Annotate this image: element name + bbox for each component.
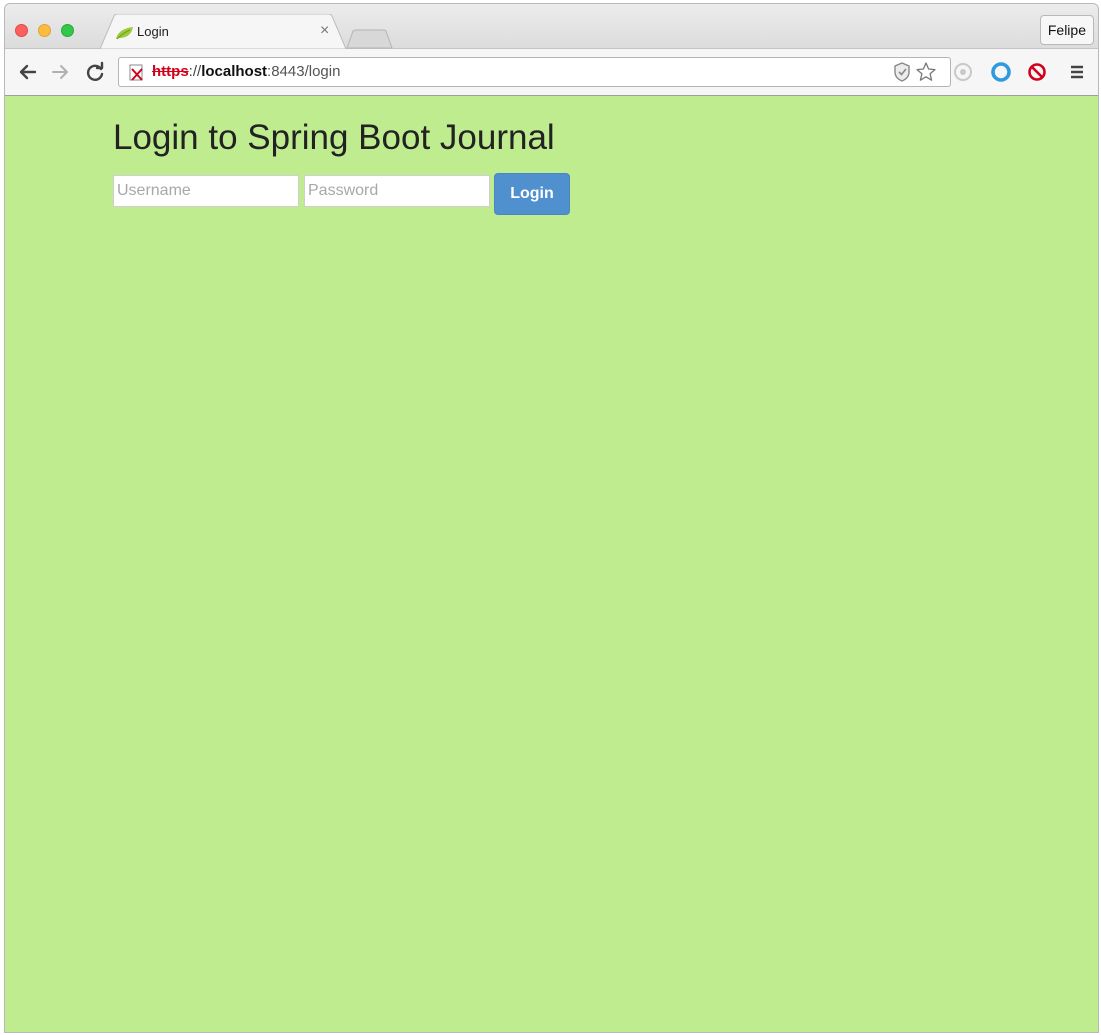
extension-circle-icon[interactable] — [952, 61, 974, 83]
reload-icon[interactable] — [84, 61, 106, 83]
new-tab-button[interactable] — [345, 29, 395, 49]
url-separator: :// — [188, 63, 202, 80]
profile-button[interactable]: Felipe — [1039, 15, 1094, 45]
extension-ring-icon[interactable] — [990, 61, 1012, 83]
forward-arrow-icon[interactable] — [49, 61, 71, 83]
password-field[interactable] — [304, 175, 490, 207]
username-field[interactable] — [113, 175, 299, 207]
close-window-button[interactable] — [15, 24, 28, 37]
spring-leaf-icon — [116, 27, 133, 40]
shield-icon[interactable] — [891, 61, 913, 83]
bookmark-star-icon[interactable] — [915, 61, 937, 83]
menu-icon[interactable] — [1066, 61, 1088, 83]
browser-window: Login × Felipe https://localhost:8443/lo… — [4, 3, 1099, 1033]
tab-title: Login — [137, 24, 169, 39]
tab-login[interactable]: Login × — [115, 18, 345, 50]
url-scheme: https — [152, 63, 189, 80]
url-text[interactable]: https://localhost:8443/login — [152, 63, 340, 80]
url-path: :8443/login — [267, 63, 341, 80]
tab-close-icon[interactable]: × — [320, 22, 329, 40]
address-bar[interactable]: https://localhost:8443/login — [118, 57, 951, 87]
page-content: Login to Spring Boot Journal Login — [5, 96, 1098, 1032]
block-icon[interactable] — [1026, 61, 1048, 83]
browser-toolbar: https://localhost:8443/login — [5, 49, 1098, 96]
login-button[interactable]: Login — [494, 173, 570, 215]
url-host: localhost — [201, 63, 268, 80]
minimize-window-button[interactable] — [38, 24, 51, 37]
page-title: Login to Spring Boot Journal — [113, 118, 555, 157]
insecure-lock-icon[interactable] — [127, 63, 147, 83]
zoom-window-button[interactable] — [61, 24, 74, 37]
back-arrow-icon[interactable] — [17, 61, 39, 83]
title-bar: Login × Felipe — [5, 4, 1098, 50]
